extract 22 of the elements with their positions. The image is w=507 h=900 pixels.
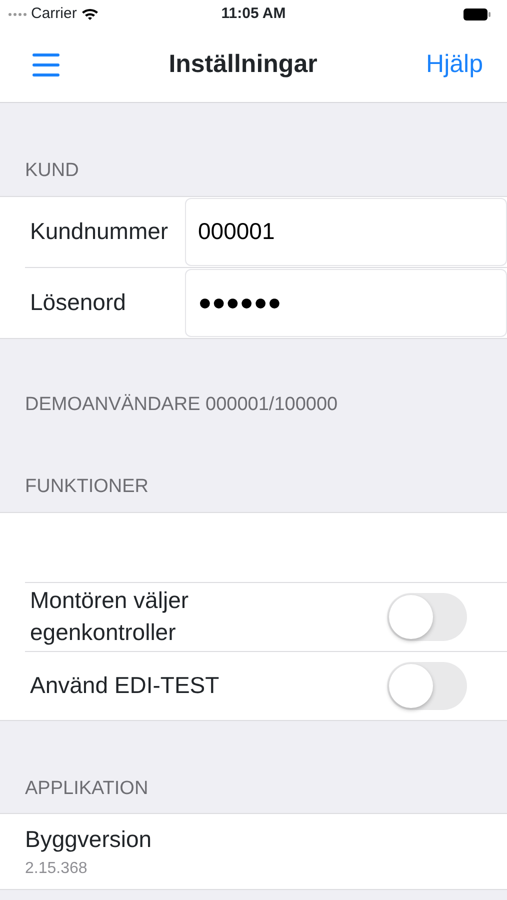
input-field[interactable]: ●●●●●● <box>185 268 507 336</box>
row-detail: 2.15.368 <box>25 858 88 878</box>
section-footer: DEMOANVÄNDARE 000001/100000 <box>0 338 507 419</box>
page-title: Inställningar <box>168 49 318 80</box>
toggle-switch[interactable] <box>387 662 467 710</box>
switch-label: Montören väljer egenkontroller <box>29 586 190 647</box>
section-header: APPLIKATION <box>24 776 150 800</box>
help-button[interactable]: Hjälp <box>426 46 483 84</box>
battery-icon <box>463 8 491 20</box>
menu-button[interactable] <box>32 53 60 77</box>
signal-icon <box>8 12 27 16</box>
carrier-name: Carrier <box>31 4 77 24</box>
toggle-switch[interactable] <box>387 592 467 640</box>
section-header: FUNKTIONER <box>24 475 150 499</box>
row-title: Byggversion <box>25 825 152 854</box>
section-header: KUND <box>24 159 80 183</box>
field-label: Kundnummer <box>29 217 170 246</box>
wifi-icon <box>80 7 99 21</box>
status-time: 11:05 AM <box>220 4 287 24</box>
input-field[interactable]: 000001 <box>185 198 507 266</box>
field-label: Lösenord <box>29 288 127 318</box>
switch-label: Använd EDI-TEST <box>29 670 220 700</box>
